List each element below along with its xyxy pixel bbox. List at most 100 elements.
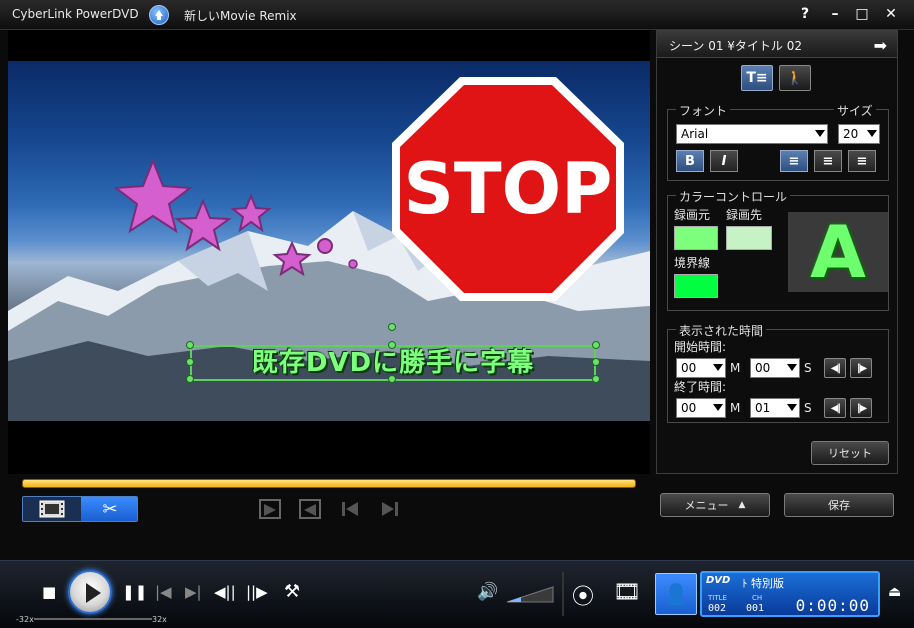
stop-sign-image[interactable]: STOP <box>388 73 628 305</box>
mode-switch: ✂ <box>22 496 138 522</box>
film-strip-icon: 🎞 <box>613 580 641 605</box>
video-area[interactable]: STOP 既存DVDに勝手に字幕 <box>8 30 650 474</box>
timeline-bar[interactable] <box>22 479 636 488</box>
go-to-in-button[interactable] <box>338 498 362 520</box>
tools-icon: ⚒ <box>284 581 301 602</box>
edit-mode-button[interactable]: ✂ <box>81 497 137 521</box>
align-center-button[interactable]: ≡ <box>814 150 842 172</box>
start-step-back-button[interactable]: ◀|| <box>824 358 846 378</box>
title-label: TITLE <box>708 594 727 602</box>
panel-header: シーン 01 ¥タイトル 02 ➡ <box>657 31 897 58</box>
resize-handle[interactable] <box>186 375 194 383</box>
color-group: カラーコントロール 録画元 録画先 境界線 A <box>667 188 889 311</box>
font-group-title: フォント <box>676 102 731 119</box>
size-label: サイズ <box>834 102 876 119</box>
rec-from-swatch[interactable] <box>674 226 718 250</box>
pause-icon: ❚❚ <box>122 583 148 601</box>
rec-to-label: 録画先 <box>726 208 763 222</box>
elapsed-time: 0:00:00 <box>795 596 870 615</box>
volume-button[interactable]: 🔊 <box>477 582 498 602</box>
chevron-down-icon <box>713 404 723 411</box>
reset-button[interactable]: リセット <box>811 441 889 465</box>
align-center-icon: ≡ <box>822 153 834 169</box>
align-left-button[interactable]: ≡ <box>780 150 808 172</box>
scene-title: シーン 01 ¥タイトル 02 <box>669 39 803 53</box>
dvd-logo-icon: DVD <box>706 575 731 586</box>
end-step-back-button[interactable]: ◀|| <box>824 398 846 418</box>
resize-handle[interactable] <box>186 341 194 349</box>
resize-handle[interactable] <box>186 358 194 366</box>
align-right-button[interactable]: ≡ <box>848 150 876 172</box>
size-select[interactable]: 20 <box>838 124 880 144</box>
volume-slider[interactable] <box>507 585 555 603</box>
resize-handle[interactable] <box>592 341 600 349</box>
menu-button[interactable]: メニュー ▲ <box>660 493 770 517</box>
font-select[interactable]: Arial <box>676 124 828 144</box>
resize-handle[interactable] <box>592 375 600 383</box>
end-minute-value: 00 <box>681 401 697 415</box>
step-back-button[interactable]: ◀|| <box>214 583 236 601</box>
italic-button[interactable]: I <box>710 150 738 172</box>
next-button[interactable]: ▶| <box>185 583 202 601</box>
stop-button[interactable]: ■ <box>42 583 56 601</box>
rec-to-swatch[interactable] <box>726 226 772 250</box>
end-step-forward-button[interactable]: ||▶ <box>850 398 872 418</box>
resize-handle[interactable] <box>388 341 396 349</box>
border-label: 境界線 <box>674 256 711 270</box>
previous-button[interactable]: |◀ <box>155 583 172 601</box>
maximize-button[interactable]: □ <box>853 5 871 23</box>
start-time-label: 開始時間: <box>674 340 727 354</box>
mark-in-button[interactable] <box>258 498 282 520</box>
font-group: フォント サイズ Arial 20 B I ≡ ≡ ≡ <box>667 102 889 181</box>
mark-out-button[interactable] <box>298 498 322 520</box>
step-forward-button[interactable]: ||▶ <box>246 583 268 601</box>
text-tool-button[interactable]: T≡ <box>741 65 773 91</box>
start-step-forward-button[interactable]: ||▶ <box>850 358 872 378</box>
end-time-label: 終了時間: <box>674 380 727 394</box>
border-swatch[interactable] <box>674 274 718 298</box>
end-second-select[interactable]: 01 <box>750 398 800 418</box>
film-mode-button[interactable] <box>23 497 81 521</box>
scissors-icon: ✂ <box>102 498 118 520</box>
disc-info-button[interactable]: ⦿ <box>572 579 594 611</box>
disc-info-panel[interactable]: DVD ﾄ 特別版 TITLE CH 002 001 0:00:00 <box>700 571 880 617</box>
divider <box>562 572 564 616</box>
play-button[interactable] <box>68 570 112 614</box>
minimize-button[interactable]: – <box>826 5 844 23</box>
rotate-handle[interactable] <box>388 323 396 331</box>
arrow-right-icon[interactable]: ➡ <box>874 36 887 55</box>
home-icon[interactable] <box>149 5 169 25</box>
movie-remix-button[interactable]: 🎞 <box>613 580 641 605</box>
frame-forward-icon: ||▶ <box>246 583 268 601</box>
help-button[interactable]: ? <box>796 5 814 23</box>
chevron-down-icon <box>713 364 723 371</box>
start-second-select[interactable]: 00 <box>750 358 800 378</box>
save-button[interactable]: 保存 <box>784 493 894 517</box>
pause-button[interactable]: ❚❚ <box>122 583 147 601</box>
video-frame[interactable]: STOP 既存DVDに勝手に字幕 <box>8 61 650 421</box>
eject-icon: ⏏ <box>888 584 902 600</box>
eject-button[interactable]: ⏏ <box>888 584 901 600</box>
chevron-down-icon <box>867 130 877 137</box>
time-group-title: 表示された時間 <box>676 322 767 339</box>
remix-edit-button[interactable]: 👤 <box>655 573 697 615</box>
start-minute-select[interactable]: 00 <box>676 358 726 378</box>
go-to-out-button[interactable] <box>378 498 402 520</box>
resize-handle[interactable] <box>592 358 600 366</box>
color-group-title: カラーコントロール <box>676 188 791 205</box>
motion-tool-button[interactable]: 🚶 <box>779 65 811 91</box>
bold-button[interactable]: B <box>676 150 704 172</box>
resize-handle[interactable] <box>388 375 396 383</box>
chapter-label: CH <box>752 594 763 602</box>
minute-unit: M <box>730 401 741 415</box>
end-minute-select[interactable]: 00 <box>676 398 726 418</box>
font-value: Arial <box>681 127 709 141</box>
subtitle-properties-panel: シーン 01 ¥タイトル 02 ➡ T≡ 🚶 フォント サイズ Arial 20… <box>656 30 898 474</box>
close-button[interactable]: ✕ <box>882 5 900 23</box>
settings-tools-button[interactable]: ⚒ <box>284 581 300 602</box>
align-right-icon: ≡ <box>856 153 868 169</box>
start-second-value: 00 <box>755 361 771 375</box>
step-forward-icon: ||▶ <box>856 402 868 414</box>
speed-slider[interactable] <box>34 618 152 620</box>
second-unit: S <box>804 401 812 415</box>
